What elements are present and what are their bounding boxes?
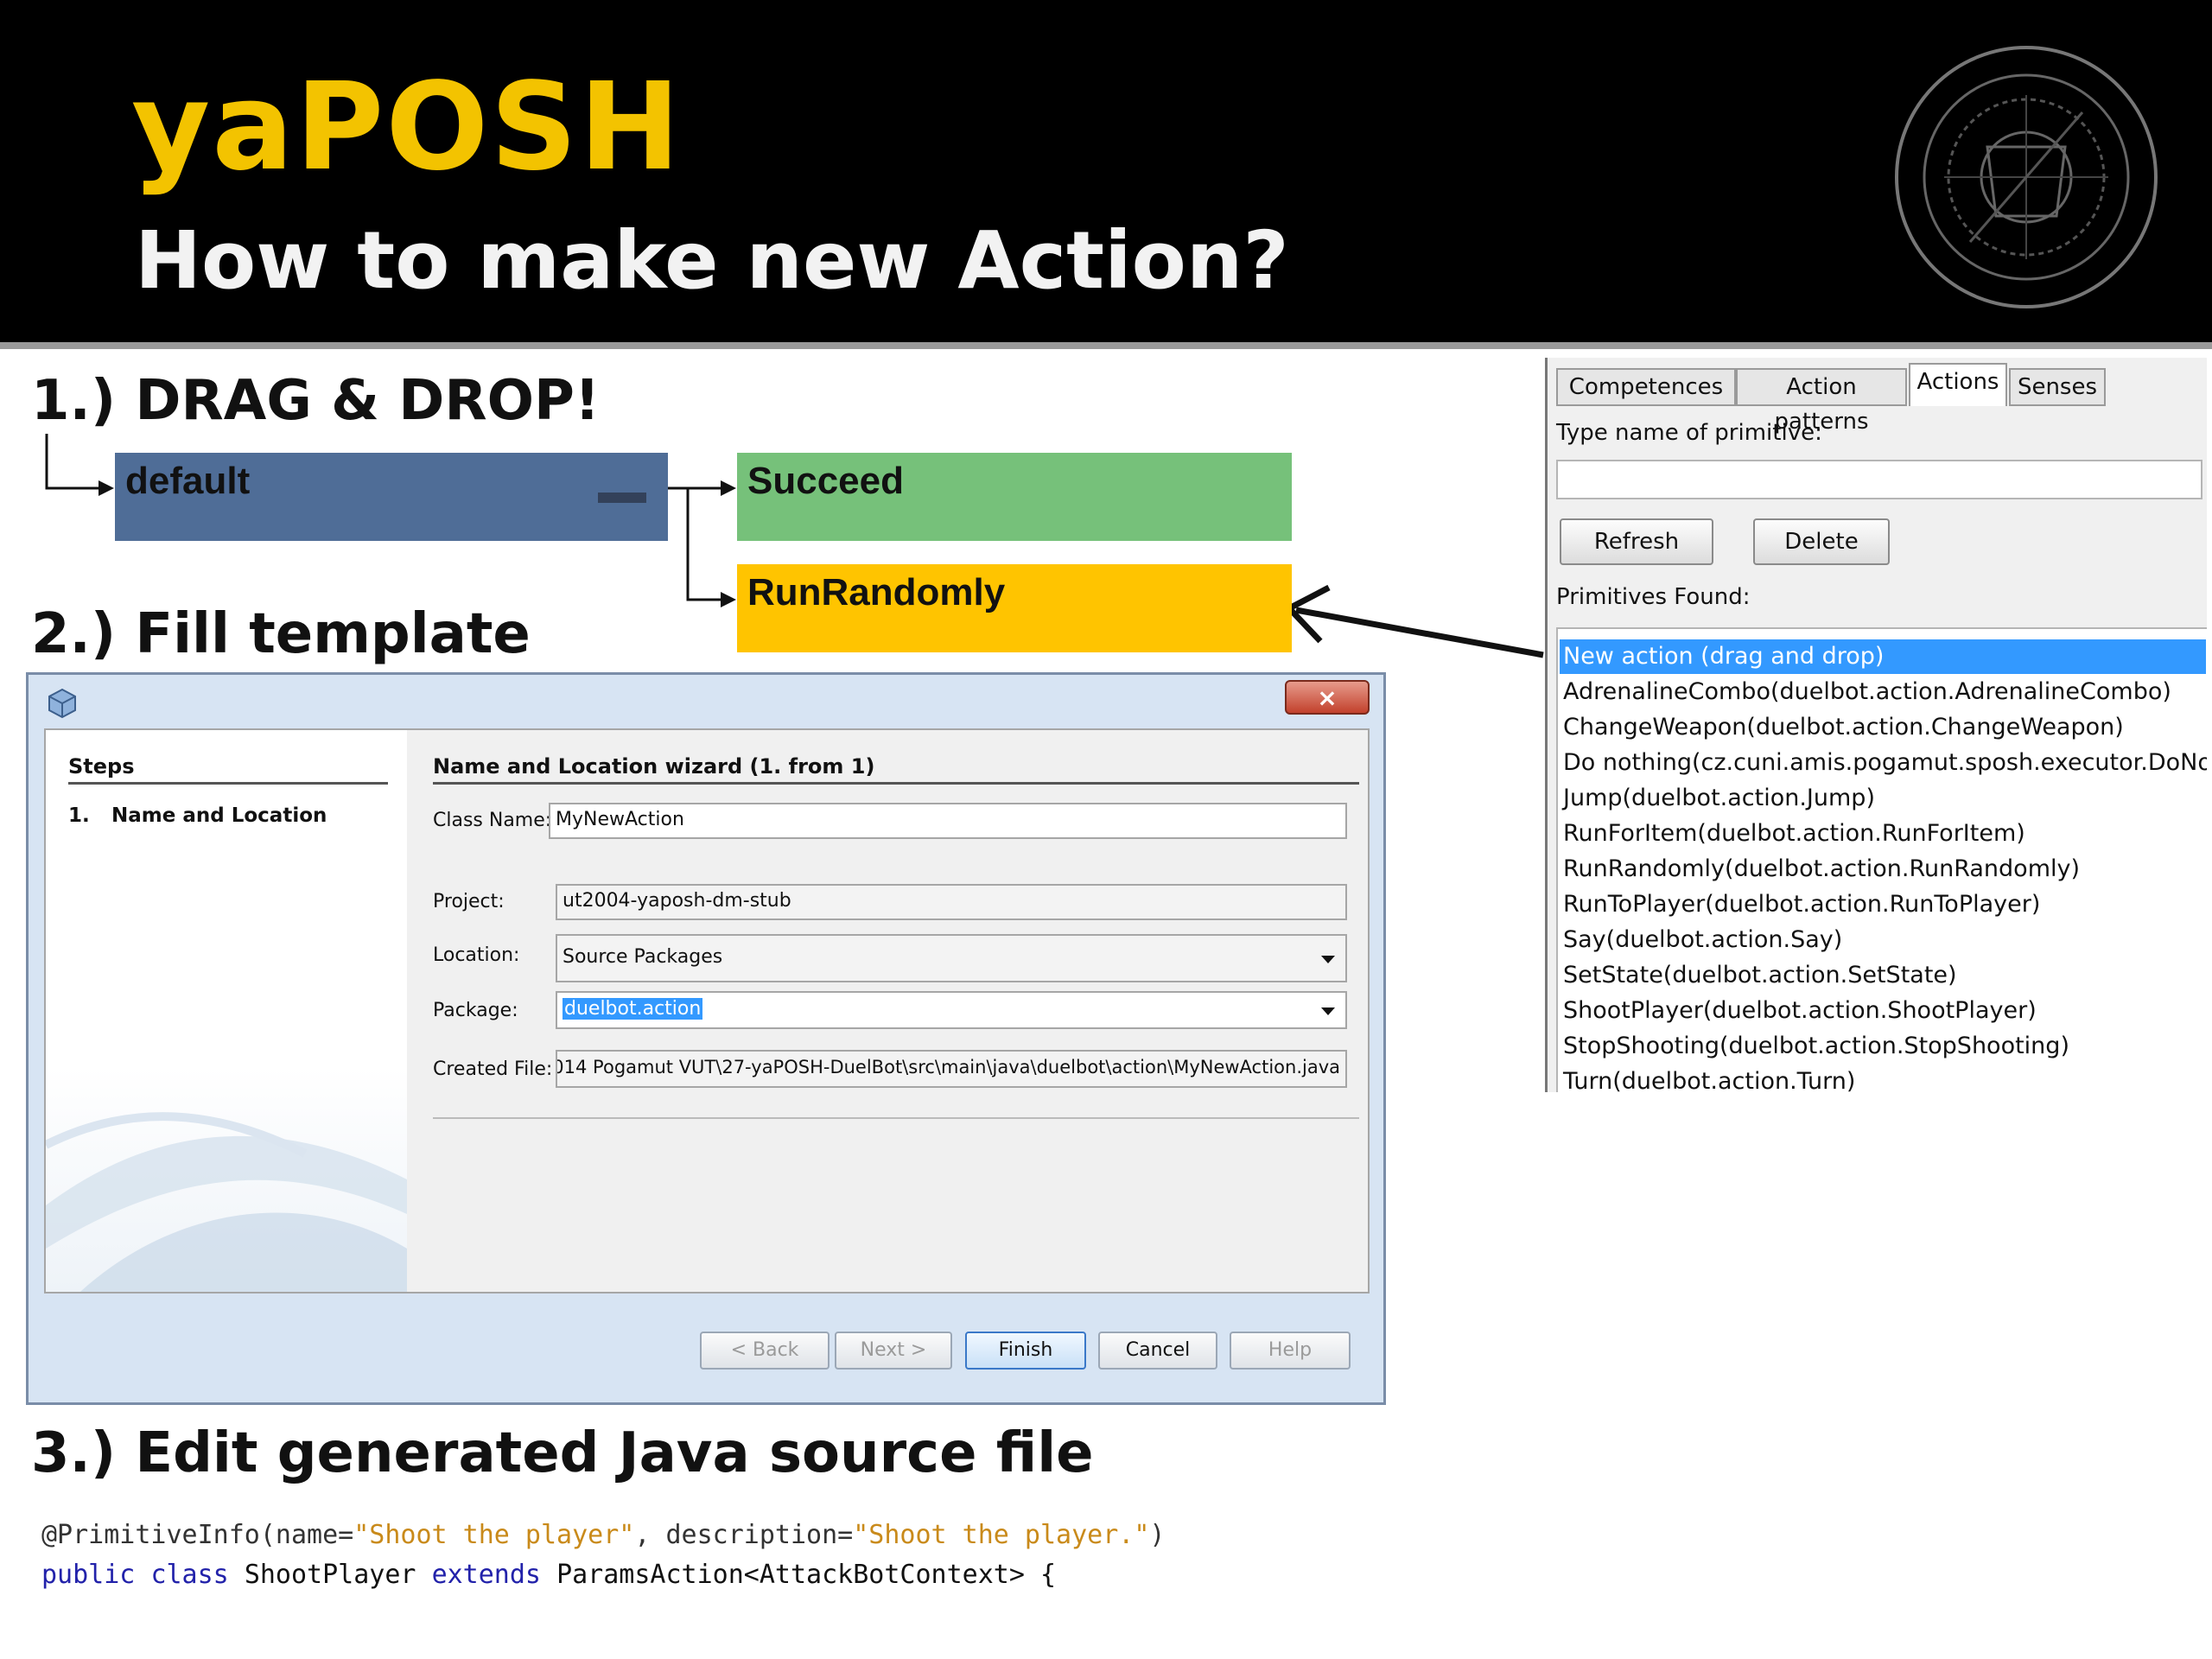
- primitives-list: New action (drag and drop) AdrenalineCom…: [1556, 627, 2207, 1092]
- class-name-value: MyNewAction: [556, 809, 684, 830]
- location-value: Source Packages: [563, 946, 723, 968]
- primitive-item[interactable]: RunForItem(duelbot.action.RunForItem): [1563, 817, 2025, 851]
- netbeans-cube-icon: [48, 688, 76, 719]
- chevron-down-icon: [1321, 1007, 1335, 1015]
- created-file-value: 2014 Pogamut VUT\27-yaPOSH-DuelBot\src\m…: [556, 1057, 1340, 1077]
- project-field: ut2004-yaposh-dm-stub: [556, 884, 1347, 920]
- project-label: Project:: [433, 891, 505, 912]
- primitive-item[interactable]: Say(duelbot.action.Say): [1563, 923, 1842, 957]
- chevron-down-icon: [1321, 956, 1335, 963]
- slide-subtitle: How to make new Action?: [135, 214, 1289, 307]
- code-token: ): [1149, 1520, 1166, 1550]
- code-string: "Shoot the player.": [853, 1520, 1150, 1550]
- header-divider: [0, 342, 2212, 349]
- slide-title: yaPOSH: [131, 57, 683, 198]
- project-value: ut2004-yaposh-dm-stub: [563, 890, 791, 912]
- code-token: @PrimitiveInfo(name=: [41, 1520, 354, 1550]
- step-label-name-and-location: Name and Location: [111, 804, 327, 827]
- help-button[interactable]: Help: [1230, 1332, 1351, 1370]
- code-keyword: public: [41, 1560, 136, 1590]
- primitive-item[interactable]: Do nothing(cz.cuni.amis.pogamut.sposh.ex…: [1563, 746, 2207, 780]
- finish-button[interactable]: Finish: [965, 1332, 1086, 1370]
- next-button[interactable]: Next >: [835, 1332, 952, 1370]
- decorative-swoosh-icon: [46, 1112, 407, 1292]
- new-action-wizard-dialog: × Steps 1. Name and Location Name and Lo…: [26, 672, 1386, 1405]
- step-number: 1.: [68, 804, 90, 827]
- primitive-item[interactable]: SetState(duelbot.action.SetState): [1563, 958, 1957, 993]
- primitive-item[interactable]: RunToPlayer(duelbot.action.RunToPlayer): [1563, 887, 2040, 922]
- refresh-button[interactable]: Refresh: [1560, 518, 1713, 565]
- code-token: , description=: [634, 1520, 854, 1550]
- tree-node-runrandomly[interactable]: RunRandomly: [737, 564, 1292, 652]
- package-label: Package:: [433, 1000, 518, 1021]
- step-3-heading: 3.) Edit generated Java source file: [31, 1421, 1094, 1485]
- tree-node-default-label: default: [125, 460, 251, 502]
- tree-node-runrandomly-label: RunRandomly: [747, 571, 1006, 613]
- code-class-name: ShootPlayer: [244, 1560, 416, 1590]
- package-combobox[interactable]: duelbot.action: [556, 991, 1347, 1029]
- code-line-annotation: @PrimitiveInfo(name="Shoot the player", …: [41, 1522, 1165, 1548]
- steps-pane: Steps 1. Name and Location: [46, 730, 407, 1292]
- primitive-search-input[interactable]: [1556, 460, 2202, 499]
- tree-node-default[interactable]: default: [115, 453, 668, 541]
- steps-divider: [68, 782, 388, 785]
- wizard-title-divider: [433, 782, 1359, 785]
- primitive-item-new-action[interactable]: New action (drag and drop): [1560, 639, 2206, 674]
- delete-button[interactable]: Delete: [1753, 518, 1890, 565]
- type-name-label: Type name of primitive:: [1556, 420, 1822, 446]
- step-1-heading: 1.) DRAG & DROP!: [31, 369, 601, 433]
- primitives-found-label: Primitives Found:: [1556, 584, 1751, 610]
- primitive-item[interactable]: ChangeWeapon(duelbot.action.ChangeWeapon…: [1563, 710, 2124, 745]
- tree-node-succeed-label: Succeed: [747, 460, 904, 502]
- wizard-title: Name and Location wizard (1. from 1): [433, 754, 875, 779]
- primitive-item[interactable]: Jump(duelbot.action.Jump): [1563, 781, 1875, 816]
- primitive-item[interactable]: StopShooting(duelbot.action.StopShooting…: [1563, 1029, 2069, 1064]
- tab-competences[interactable]: Competences: [1556, 368, 1736, 406]
- primitives-panel: Competences Action patterns Actions Sens…: [1545, 358, 2207, 1092]
- class-name-label: Class Name:: [433, 810, 552, 831]
- created-file-field: 2014 Pogamut VUT\27-yaPOSH-DuelBot\src\m…: [556, 1050, 1347, 1088]
- created-file-label: Created File:: [433, 1058, 553, 1080]
- cancel-button[interactable]: Cancel: [1098, 1332, 1217, 1370]
- primitive-item[interactable]: RunRandomly(duelbot.action.RunRandomly): [1563, 852, 2080, 887]
- tree-node-succeed[interactable]: Succeed: [737, 453, 1292, 541]
- wizard-bottom-divider: [433, 1117, 1359, 1119]
- package-value: duelbot.action: [563, 998, 703, 1020]
- back-button[interactable]: < Back: [700, 1332, 830, 1370]
- tab-senses[interactable]: Senses: [2009, 368, 2106, 406]
- tab-actions[interactable]: Actions: [1909, 363, 2007, 406]
- code-keyword: extends: [431, 1560, 541, 1590]
- location-label: Location:: [433, 944, 520, 966]
- code-line-class-declaration: public class ShootPlayer extends ParamsA…: [41, 1562, 1056, 1588]
- close-icon: ×: [1317, 683, 1338, 712]
- primitive-item[interactable]: AdrenalineCombo(duelbot.action.Adrenalin…: [1563, 675, 2171, 709]
- primitive-item[interactable]: ShootPlayer(duelbot.action.ShootPlayer): [1563, 994, 2037, 1028]
- code-keyword: class: [150, 1560, 229, 1590]
- university-seal-icon: [1895, 46, 2158, 308]
- location-dropdown[interactable]: Source Packages: [556, 934, 1347, 982]
- wizard-body: Steps 1. Name and Location Name and Loca…: [44, 728, 1370, 1294]
- collapse-minus-icon[interactable]: [598, 493, 646, 503]
- tab-action-patterns[interactable]: Action patterns: [1736, 368, 1907, 435]
- close-button[interactable]: ×: [1285, 680, 1370, 715]
- code-string: "Shoot the player": [353, 1520, 635, 1550]
- primitive-item[interactable]: Turn(duelbot.action.Turn): [1563, 1065, 1855, 1092]
- code-token: ParamsAction<AttackBotContext> {: [556, 1560, 1057, 1590]
- step-2-heading: 2.) Fill template: [31, 602, 531, 666]
- steps-title: Steps: [68, 754, 135, 779]
- class-name-field[interactable]: MyNewAction: [549, 803, 1347, 839]
